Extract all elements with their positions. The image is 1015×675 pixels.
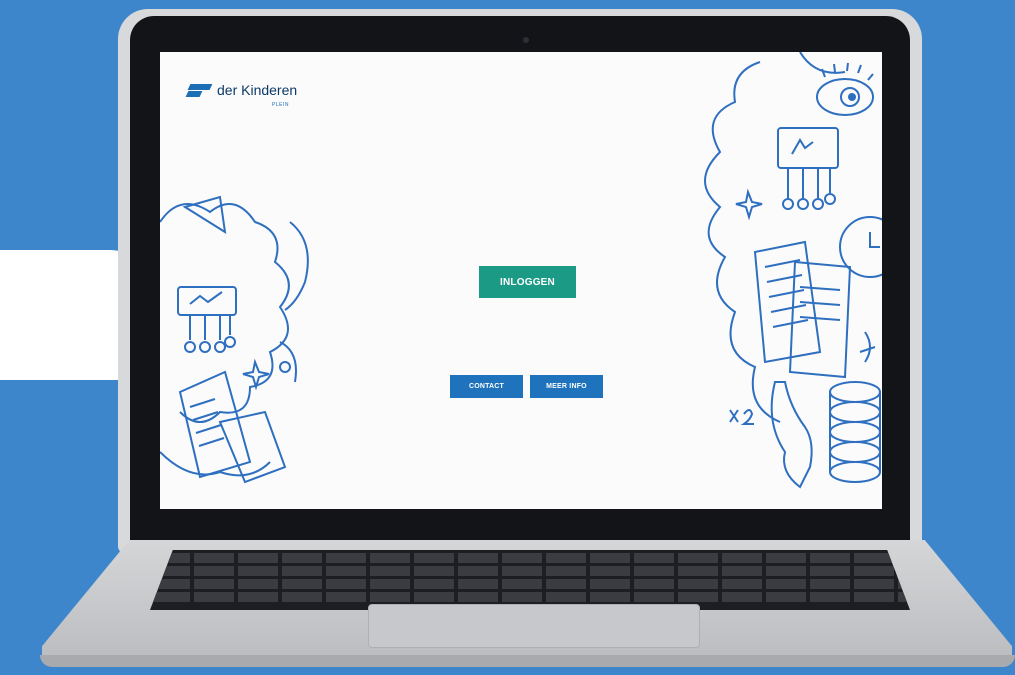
- app-screen: der Kinderen PLEIN INLOGGEN CONTACT MEER…: [160, 52, 882, 509]
- brand-subtitle: PLEIN: [272, 102, 289, 108]
- logo-mark-icon: [185, 82, 213, 98]
- laptop-foot: [40, 655, 1015, 667]
- doodle-right-illustration: [704, 52, 882, 489]
- brand-logo[interactable]: der Kinderen: [185, 82, 298, 98]
- trackpad: [368, 604, 700, 648]
- login-button[interactable]: INLOGGEN: [479, 266, 576, 298]
- keyboard: [150, 550, 910, 610]
- more-info-button[interactable]: MEER INFO: [530, 375, 603, 398]
- doodle-left-illustration: [160, 195, 309, 484]
- camera-icon: [523, 37, 529, 43]
- brand-name: der Kinderen: [217, 82, 298, 98]
- contact-button[interactable]: CONTACT: [450, 375, 523, 398]
